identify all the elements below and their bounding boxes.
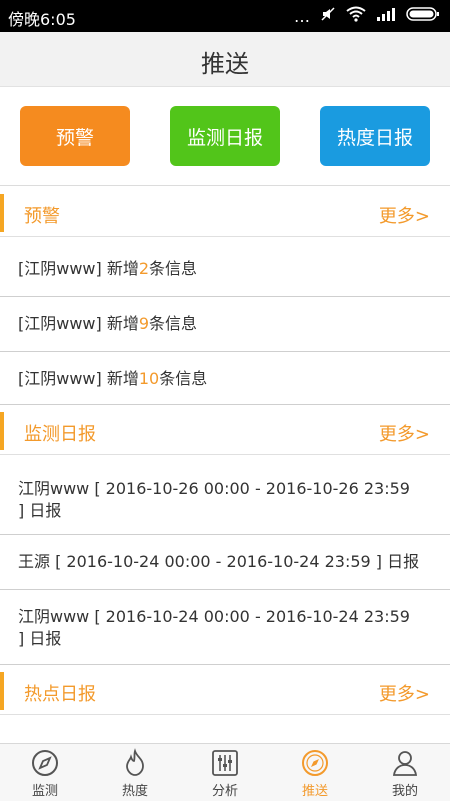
- section-accent-bar: [0, 194, 4, 232]
- bottom-tab-bar: 监测 热度 分析 推送 我的: [0, 743, 450, 801]
- sliders-icon: [212, 750, 238, 776]
- monitor-section-header: 监测日报 更多>: [0, 406, 450, 455]
- list-item[interactable]: 江阴www [ 2016-10-24 00:00 - 2016-10-24 23…: [0, 590, 450, 665]
- action-button-row: 预警 监测日报 热度日报: [0, 87, 450, 186]
- monitor-more-link[interactable]: 更多>: [379, 420, 430, 446]
- tab-label: 热度: [121, 784, 148, 799]
- push-compass-icon: [302, 750, 328, 776]
- tab-mine[interactable]: 我的: [360, 744, 450, 801]
- tab-label: 推送: [301, 784, 328, 799]
- tab-push[interactable]: 推送: [270, 744, 360, 801]
- new-count: 9: [138, 314, 150, 333]
- heat-daily-button[interactable]: 热度日报: [320, 106, 430, 166]
- section-accent-bar: [0, 672, 4, 710]
- new-count: 2: [138, 259, 150, 278]
- warning-more-link[interactable]: 更多>: [379, 202, 430, 228]
- monitor-item-text: 江阴www [ 2016-10-24 00:00 - 2016-10-24 23…: [18, 607, 410, 648]
- warning-item-text: [江阴www] 新增9条信息: [18, 314, 198, 333]
- list-item[interactable]: [江阴www] 新增9条信息: [0, 297, 450, 352]
- wifi-icon: [346, 6, 366, 26]
- battery-icon: [406, 6, 440, 26]
- page-title: 推送: [201, 50, 249, 78]
- warning-button[interactable]: 预警: [20, 106, 130, 166]
- warning-item-text: [江阴www] 新增2条信息: [18, 259, 198, 278]
- warning-section-title: 预警: [24, 206, 60, 227]
- title-bar: 推送: [0, 32, 450, 87]
- status-bar: 傍晚6:05 …: [0, 0, 450, 32]
- flame-icon: [126, 748, 144, 776]
- list-item[interactable]: [江阴www] 新增10条信息: [0, 352, 450, 405]
- heat-section-header: 热点日报 更多>: [0, 666, 450, 715]
- monitor-section-title: 监测日报: [24, 424, 96, 445]
- status-icons: …: [294, 6, 440, 26]
- tab-label: 监测: [31, 784, 58, 799]
- tab-heat[interactable]: 热度: [90, 744, 180, 801]
- signal-icon: [376, 6, 396, 26]
- monitor-item-text: 江阴www [ 2016-10-26 00:00 - 2016-10-26 23…: [18, 479, 410, 520]
- user-icon: [392, 751, 418, 776]
- tab-label: 分析: [211, 784, 238, 799]
- status-time: 傍晚6:05: [8, 10, 76, 29]
- list-item[interactable]: 江阴www [ 2016-10-26 00:00 - 2016-10-26 23…: [0, 460, 450, 535]
- compass-icon: [32, 750, 58, 776]
- tab-label: 我的: [391, 784, 418, 799]
- tab-monitor[interactable]: 监测: [0, 744, 90, 801]
- more-dots-icon: …: [294, 6, 310, 26]
- monitor-daily-button[interactable]: 监测日报: [170, 106, 280, 166]
- list-item[interactable]: [江阴www] 新增2条信息: [0, 242, 450, 297]
- heat-section-title: 热点日报: [24, 684, 96, 705]
- warning-section-header: 预警 更多>: [0, 188, 450, 237]
- tab-analysis[interactable]: 分析: [180, 744, 270, 801]
- list-item[interactable]: 王源 [ 2016-10-24 00:00 - 2016-10-24 23:59…: [0, 535, 450, 590]
- section-accent-bar: [0, 412, 4, 450]
- new-count: 10: [138, 369, 160, 388]
- heat-more-link[interactable]: 更多>: [379, 680, 430, 706]
- monitor-item-text: 王源 [ 2016-10-24 00:00 - 2016-10-24 23:59…: [18, 552, 420, 571]
- warning-item-text: [江阴www] 新增10条信息: [18, 369, 208, 388]
- mute-icon: [320, 6, 336, 26]
